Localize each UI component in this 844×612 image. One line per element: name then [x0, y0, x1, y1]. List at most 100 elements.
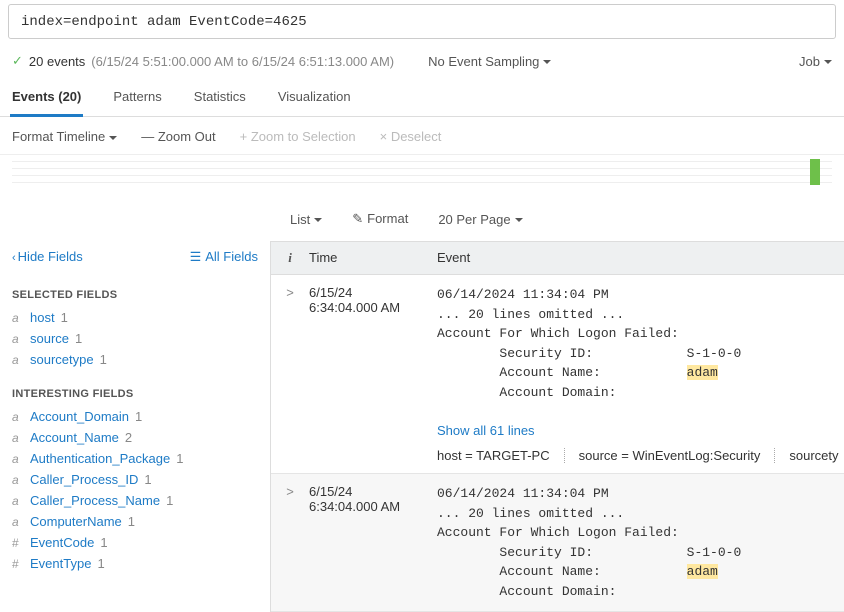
field-row[interactable]: ahost1 [12, 307, 258, 328]
field-type-icon: a [12, 494, 24, 508]
deselect-button: × Deselect [380, 129, 442, 144]
field-name[interactable]: Account_Name [30, 430, 119, 445]
field-type-icon: # [12, 557, 24, 571]
field-type-icon: a [12, 515, 24, 529]
event-body: 06/14/2024 11:34:04 PM ... 20 lines omit… [437, 474, 844, 611]
field-name[interactable]: source [30, 331, 69, 346]
hide-fields-button[interactable]: ‹Hide Fields [12, 249, 83, 265]
tab-visualization[interactable]: Visualization [276, 79, 353, 116]
field-count: 1 [135, 409, 142, 424]
caret-down-icon [824, 60, 832, 64]
event-meta: host = TARGET-PC source = WinEventLog:Sec… [437, 448, 844, 463]
result-tabs: Events (20) Patterns Statistics Visualiz… [0, 79, 844, 117]
format-button[interactable]: ✎ Format [352, 211, 408, 227]
time-range: (6/15/24 5:51:00.000 AM to 6/15/24 6:51:… [91, 54, 394, 69]
field-row[interactable]: asource1 [12, 328, 258, 349]
field-row[interactable]: a ComputerName 1 [12, 511, 258, 532]
field-count: 2 [125, 430, 132, 445]
time-column-header[interactable]: Time [309, 242, 437, 274]
field-type-icon: a [12, 410, 24, 424]
list-icon: ☰ [190, 249, 202, 264]
field-count: 1 [100, 352, 107, 367]
field-row[interactable]: a Authentication_Package 1 [12, 448, 258, 469]
meta-host[interactable]: host = TARGET-PC [437, 448, 550, 463]
field-type-icon: a [12, 452, 24, 466]
tab-events[interactable]: Events (20) [10, 79, 83, 116]
caret-down-icon [515, 218, 523, 222]
event-column-header[interactable]: Event [437, 242, 844, 274]
field-count: 1 [166, 493, 173, 508]
search-input[interactable] [21, 14, 823, 30]
expand-button[interactable]: > [271, 474, 309, 611]
event-body: 06/14/2024 11:34:04 PM ... 20 lines omit… [437, 275, 844, 473]
events-header: i Time Event [271, 241, 844, 275]
events-panel: i Time Event >6/15/246:34:04.000 AM06/14… [270, 241, 844, 612]
search-highlight: adam [687, 564, 718, 579]
show-all-lines-link[interactable]: Show all 61 lines [437, 423, 535, 438]
field-row[interactable]: aAccount_Name2 [12, 427, 258, 448]
event-time: 6/15/246:34:04.000 AM [309, 474, 437, 611]
field-type-icon: # [12, 536, 24, 550]
field-name[interactable]: Caller_Process_Name [30, 493, 160, 508]
field-type-icon: a [12, 473, 24, 487]
selected-fields-title: SELECTED FIELDS [12, 289, 258, 301]
field-row[interactable]: # EventType 1 [12, 553, 258, 574]
field-row[interactable]: a Account_Domain 1 [12, 406, 258, 427]
field-name[interactable]: ComputerName [30, 514, 122, 529]
event-row: >6/15/246:34:04.000 AM06/14/2024 11:34:0… [271, 474, 844, 612]
pencil-icon: ✎ [352, 211, 363, 227]
job-label: Job [799, 54, 820, 69]
interesting-fields-title: INTERESTING FIELDS [12, 388, 258, 400]
timeline[interactable] [12, 159, 832, 185]
format-label: Format [367, 211, 408, 226]
field-row[interactable]: aCaller_Process_ID1 [12, 469, 258, 490]
zoom-to-selection-button: + Zoom to Selection [240, 129, 356, 144]
search-highlight: adam [687, 365, 718, 380]
field-name[interactable]: Account_Domain [30, 409, 129, 424]
event-raw[interactable]: 06/14/2024 11:34:04 PM ... 20 lines omit… [437, 484, 844, 601]
event-controls: List ✎ Format 20 Per Page [0, 197, 844, 241]
field-name[interactable]: sourcetype [30, 352, 94, 367]
event-raw[interactable]: 06/14/2024 11:34:04 PM ... 20 lines omit… [437, 285, 844, 402]
timeline-gridline [12, 161, 832, 162]
field-name[interactable]: Authentication_Package [30, 451, 170, 466]
all-fields-label: All Fields [205, 249, 258, 264]
tab-patterns[interactable]: Patterns [111, 79, 163, 116]
tab-statistics[interactable]: Statistics [192, 79, 248, 116]
all-fields-button[interactable]: ☰All Fields [190, 249, 258, 265]
field-row[interactable]: a sourcetype 1 [12, 349, 258, 370]
field-name[interactable]: EventCode [30, 535, 94, 550]
field-name[interactable]: EventType [30, 556, 91, 571]
per-page-dropdown[interactable]: 20 Per Page [438, 212, 522, 227]
hide-fields-label: Hide Fields [18, 249, 83, 264]
meta-sourcetype[interactable]: sourcety [774, 448, 838, 463]
field-count: 1 [128, 514, 135, 529]
field-row[interactable]: a Caller_Process_Name 1 [12, 490, 258, 511]
timeline-marker[interactable] [810, 159, 820, 185]
field-count: 1 [100, 535, 107, 550]
caret-down-icon [109, 136, 117, 140]
zoom-out-button[interactable]: — Zoom Out [141, 129, 215, 144]
check-icon: ✓ [12, 53, 23, 69]
caret-down-icon [314, 218, 322, 222]
meta-source[interactable]: source = WinEventLog:Security [564, 448, 761, 463]
field-name[interactable]: Caller_Process_ID [30, 472, 138, 487]
timeline-gridline [12, 182, 832, 183]
field-count: 1 [61, 310, 68, 325]
field-count: 1 [97, 556, 104, 571]
field-row[interactable]: # EventCode 1 [12, 532, 258, 553]
field-count: 1 [176, 451, 183, 466]
event-count: 20 events [29, 54, 85, 69]
sampling-dropdown[interactable]: No Event Sampling [428, 54, 551, 69]
info-column-header[interactable]: i [271, 242, 309, 274]
list-view-dropdown[interactable]: List [290, 212, 322, 227]
fields-panel: ‹Hide Fields ☰All Fields SELECTED FIELDS… [0, 241, 270, 612]
search-bar[interactable] [8, 4, 836, 39]
field-name[interactable]: host [30, 310, 55, 325]
expand-button[interactable]: > [271, 275, 309, 473]
field-type-icon: a [12, 353, 24, 367]
timeline-gridline [12, 168, 832, 169]
job-dropdown[interactable]: Job [799, 54, 832, 69]
field-type-icon: a [12, 332, 24, 346]
format-timeline-dropdown[interactable]: Format Timeline [12, 129, 117, 144]
